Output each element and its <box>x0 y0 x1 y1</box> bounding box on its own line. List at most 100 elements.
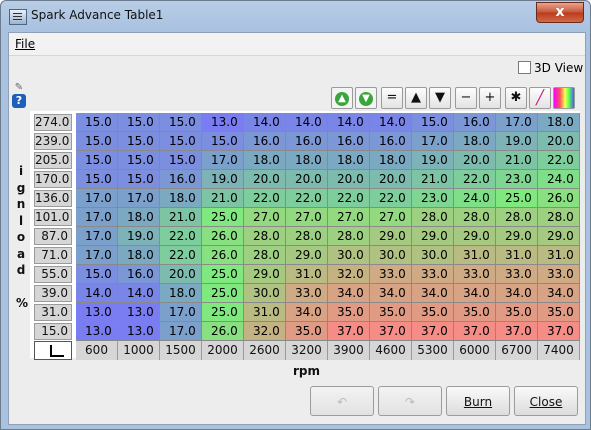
table-cell[interactable]: 13.0 <box>76 303 118 322</box>
table-cell[interactable]: 14.0 <box>286 113 328 132</box>
table-cell[interactable]: 27.0 <box>370 208 412 227</box>
x-axis-value[interactable]: 6000 <box>454 341 496 360</box>
table-cell[interactable]: 15.0 <box>76 151 118 170</box>
color-gradient-button[interactable] <box>553 87 575 109</box>
table-cell[interactable]: 34.0 <box>496 284 538 303</box>
table-cell[interactable]: 18.0 <box>244 151 286 170</box>
table-cell[interactable]: 25.0 <box>496 189 538 208</box>
subtract-button[interactable]: − <box>455 87 477 109</box>
table-cell[interactable]: 34.0 <box>286 303 328 322</box>
y-axis-value[interactable]: 39.0 <box>34 285 72 302</box>
burn-button[interactable]: Burn <box>446 386 510 416</box>
table-cell[interactable]: 21.0 <box>160 208 202 227</box>
table-cell[interactable]: 16.0 <box>244 132 286 151</box>
table-cell[interactable]: 26.0 <box>202 227 244 246</box>
decrement-button[interactable]: ▼ <box>429 87 451 109</box>
table-cell[interactable]: 22.0 <box>160 227 202 246</box>
table-cell[interactable]: 18.0 <box>538 113 580 132</box>
help-icon[interactable]: ? <box>12 94 26 108</box>
table-cell[interactable]: 29.0 <box>496 227 538 246</box>
increment-button[interactable]: ▲ <box>405 87 427 109</box>
table-cell[interactable]: 28.0 <box>286 227 328 246</box>
title-bar[interactable]: Spark Advance Table1 x <box>1 1 590 32</box>
add-button[interactable]: + <box>479 87 501 109</box>
table-cell[interactable]: 25.0 <box>202 208 244 227</box>
axis-swap-icon[interactable] <box>34 341 72 360</box>
table-cell[interactable]: 14.0 <box>370 113 412 132</box>
table-cell[interactable]: 30.0 <box>370 246 412 265</box>
table-cell[interactable]: 29.0 <box>538 227 580 246</box>
table-cell[interactable]: 33.0 <box>286 284 328 303</box>
table-cell[interactable]: 28.0 <box>538 208 580 227</box>
table-cell[interactable]: 27.0 <box>286 208 328 227</box>
x-axis-value[interactable]: 3900 <box>328 341 370 360</box>
table-cell[interactable]: 18.0 <box>286 151 328 170</box>
table-cell[interactable]: 31.0 <box>286 265 328 284</box>
table-cell[interactable]: 18.0 <box>160 284 202 303</box>
table-cell[interactable]: 17.0 <box>496 113 538 132</box>
table-cell[interactable]: 32.0 <box>328 265 370 284</box>
table-cell[interactable]: 37.0 <box>496 322 538 341</box>
table-cell[interactable]: 18.0 <box>118 208 160 227</box>
table-cell[interactable]: 19.0 <box>202 170 244 189</box>
undo-button[interactable]: ↶ <box>310 386 374 416</box>
table-cell[interactable]: 28.0 <box>496 208 538 227</box>
x-axis-value[interactable]: 2600 <box>244 341 286 360</box>
view-3d-toggle[interactable]: 3D View <box>518 61 583 77</box>
table-cell[interactable]: 29.0 <box>454 227 496 246</box>
table-cell[interactable]: 24.0 <box>454 189 496 208</box>
table-cell[interactable]: 29.0 <box>244 265 286 284</box>
table-cell[interactable]: 32.0 <box>244 322 286 341</box>
x-axis-value[interactable]: 3200 <box>286 341 328 360</box>
table-cell[interactable]: 34.0 <box>412 284 454 303</box>
table-cell[interactable]: 21.0 <box>496 151 538 170</box>
table-cell[interactable]: 19.0 <box>118 227 160 246</box>
table-cell[interactable]: 20.0 <box>244 170 286 189</box>
y-axis-value[interactable]: 55.0 <box>34 266 72 283</box>
table-cell[interactable]: 13.0 <box>202 113 244 132</box>
table-cell[interactable]: 25.0 <box>202 265 244 284</box>
table-cell[interactable]: 37.0 <box>328 322 370 341</box>
x-axis-value[interactable]: 1500 <box>160 341 202 360</box>
x-axis-value[interactable]: 1000 <box>118 341 160 360</box>
y-axis-value[interactable]: 71.0 <box>34 247 72 264</box>
table-cell[interactable]: 31.0 <box>454 246 496 265</box>
table-cell[interactable]: 34.0 <box>328 284 370 303</box>
table-cell[interactable]: 29.0 <box>370 227 412 246</box>
x-axis-value[interactable]: 2000 <box>202 341 244 360</box>
table-cell[interactable]: 20.0 <box>538 132 580 151</box>
table-cell[interactable]: 21.0 <box>202 189 244 208</box>
pen-tool-button[interactable]: ╱ <box>529 87 551 109</box>
table-cell[interactable]: 35.0 <box>454 303 496 322</box>
y-axis-value[interactable]: 205.0 <box>34 152 72 169</box>
table-cell[interactable]: 22.0 <box>454 170 496 189</box>
table-cell[interactable]: 33.0 <box>538 265 580 284</box>
table-cell[interactable]: 13.0 <box>76 322 118 341</box>
table-cell[interactable]: 35.0 <box>370 303 412 322</box>
table-cell[interactable]: 28.0 <box>412 208 454 227</box>
table-cell[interactable]: 26.0 <box>202 246 244 265</box>
table-cell[interactable]: 37.0 <box>454 322 496 341</box>
table-cell[interactable]: 15.0 <box>160 132 202 151</box>
table-cell[interactable]: 28.0 <box>454 208 496 227</box>
shift-up-button[interactable]: ▲ <box>331 87 353 109</box>
table-cell[interactable]: 15.0 <box>412 113 454 132</box>
table-cell[interactable]: 31.0 <box>496 246 538 265</box>
table-cell[interactable]: 19.0 <box>412 151 454 170</box>
table-cell[interactable]: 25.0 <box>202 303 244 322</box>
table-cell[interactable]: 15.0 <box>76 132 118 151</box>
table-cell[interactable]: 17.0 <box>76 189 118 208</box>
shift-down-button[interactable]: ▼ <box>355 87 377 109</box>
table-cell[interactable]: 24.0 <box>538 170 580 189</box>
table-cell[interactable]: 25.0 <box>202 284 244 303</box>
table-cell[interactable]: 18.0 <box>370 151 412 170</box>
table-cell[interactable]: 35.0 <box>496 303 538 322</box>
table-cell[interactable]: 28.0 <box>244 246 286 265</box>
table-cell[interactable]: 18.0 <box>118 246 160 265</box>
x-axis-value[interactable]: 6700 <box>496 341 538 360</box>
table-cell[interactable]: 20.0 <box>286 170 328 189</box>
table-cell[interactable]: 37.0 <box>370 322 412 341</box>
table-cell[interactable]: 23.0 <box>412 189 454 208</box>
table-cell[interactable]: 26.0 <box>538 189 580 208</box>
y-axis-value[interactable]: 136.0 <box>34 190 72 207</box>
